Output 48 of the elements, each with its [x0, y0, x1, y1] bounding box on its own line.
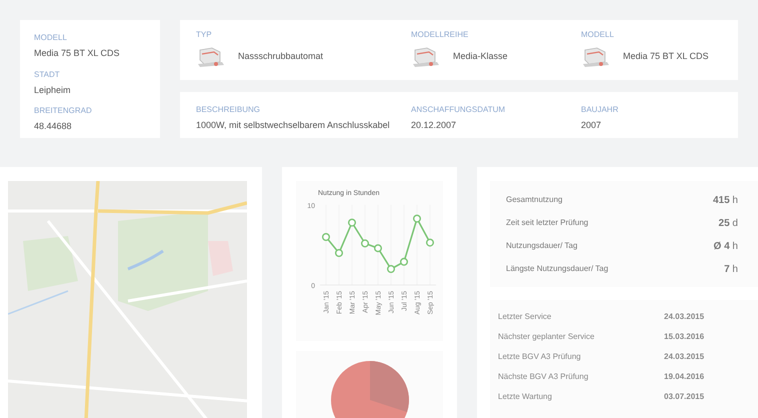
service-label: Nächster geplanter Service [498, 330, 596, 342]
data-point [334, 249, 342, 257]
scrubber-machine-icon [411, 46, 441, 68]
field-label: BREITENGRAD [34, 105, 93, 117]
stat-label: Gesamtnutzung [506, 194, 562, 206]
field-value: 20.12.2007 [411, 119, 458, 132]
service-label: Letzter Service [498, 310, 552, 322]
field-label: MODELLREIHE [411, 29, 470, 41]
data-point [426, 238, 434, 247]
field-label: MODELL [581, 29, 615, 41]
data-point [348, 218, 356, 227]
data-point [374, 244, 382, 252]
stat-value: 7 h [724, 262, 738, 276]
field-label: BESCHREIBUNG [196, 104, 262, 116]
stat-value: 415 h [712, 194, 738, 208]
service-label: Letzte Wartung [498, 390, 553, 402]
scrubber-machine-icon [581, 46, 611, 68]
data-point [386, 265, 394, 273]
field-value: 1000W, mit selbstwechselbarem Anschlusskabel [196, 119, 391, 132]
field-label: BAUJAHR [581, 104, 620, 116]
stat-label: Nutzungsdauer/ Tag [506, 240, 578, 252]
field-value: Media 75 BT XL CDS [623, 50, 709, 64]
service-date: 24.03.2015 [664, 350, 706, 362]
stat-value: 25 d [718, 216, 738, 230]
service-date: 24.03.2015 [664, 310, 706, 322]
service-label: Letzte BGV A3 Prüfung [498, 350, 582, 362]
field-value: Nassschrubbautomat [238, 50, 324, 64]
field-value: Leipheim [34, 84, 72, 97]
scrubber-machine-icon [196, 46, 226, 68]
stat-value: Ø 4 h [714, 240, 738, 254]
service-label: Nächste BGV A3 Prüfung [498, 370, 590, 382]
stat-label: Zeit seit letzter Prüfung [506, 217, 588, 229]
data-point [412, 214, 420, 223]
stat-label: Längste Nutzungsdauer/ Tag [506, 263, 608, 275]
field-label: TYP [196, 29, 213, 41]
field-value: Media-Klasse [453, 50, 508, 64]
service-date: 19.04.2016 [664, 370, 706, 382]
field-label: ANSCHAFFUNGSDATUM [411, 104, 506, 116]
service-date: 03.07.2015 [664, 390, 706, 402]
field-value: 48.44688 [34, 120, 73, 133]
service-date: 15.03.2016 [664, 330, 706, 342]
field-value: 2007 [581, 119, 602, 132]
data-point [360, 239, 368, 248]
field-value: Media 75 BT XL CDS [34, 47, 121, 60]
field-label: STADT [34, 68, 61, 80]
field-label: MODELL [34, 32, 68, 44]
data-point [322, 233, 330, 241]
data-point [400, 258, 408, 266]
